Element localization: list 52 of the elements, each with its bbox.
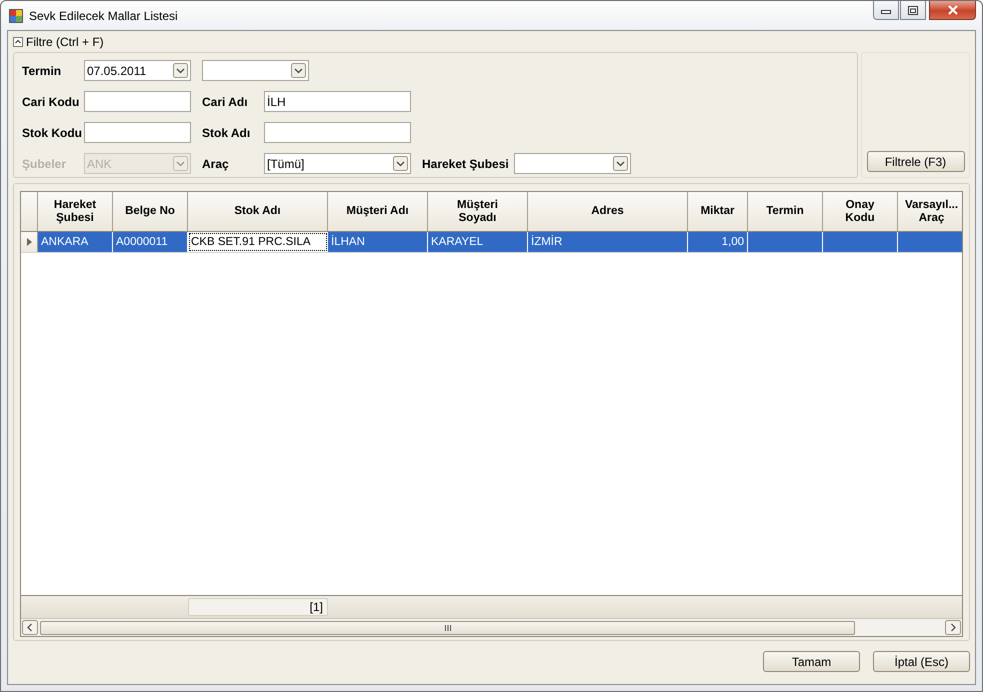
table-cell: 1,00 (688, 232, 748, 252)
collapse-icon[interactable] (13, 37, 23, 47)
app-icon (9, 8, 23, 22)
field-label: Araç (202, 156, 230, 170)
text-field[interactable] (264, 122, 411, 143)
scroll-thumb[interactable] (40, 620, 855, 634)
column-header[interactable]: Müşteri Soyadı (428, 192, 528, 231)
table-cell: İZMİR (528, 232, 688, 252)
dropdown-field[interactable]: 07.05.2011 (84, 60, 191, 81)
maximize-icon (908, 6, 918, 14)
text-field[interactable] (84, 91, 191, 112)
field-label: Hareket Şubesi (422, 156, 510, 170)
table-cell: CKB SET.91 PRC.SILA (188, 232, 328, 252)
column-header[interactable]: Belge No (113, 192, 188, 231)
scroll-right-icon[interactable] (945, 620, 961, 635)
column-header[interactable]: Varsayıl... Araç (898, 192, 962, 231)
text-field[interactable]: İLH (264, 91, 411, 112)
table-row[interactable]: ANKARA A0000011 CKB SET.91 PRC.SILA İLHAN KARAYEL İZMİR 1,00 (21, 232, 962, 253)
field-label: Cari Kodu (22, 94, 80, 108)
window-title: Sevk Edilecek Mallar Listesi (29, 8, 178, 22)
column-header[interactable]: Adres (528, 192, 688, 231)
column-header[interactable]: Müşteri Adı (328, 192, 428, 231)
header-corner (21, 192, 38, 231)
filter-header[interactable]: Filtre (Ctrl + F) (26, 35, 104, 49)
field-label: Cari Adı (202, 94, 249, 108)
field-label: Şubeler (22, 156, 68, 170)
table-cell: İLHAN (328, 232, 428, 252)
column-header[interactable]: Miktar (688, 192, 748, 231)
column-header[interactable]: Termin (748, 192, 823, 231)
row-header[interactable] (21, 232, 38, 252)
dropdown-field[interactable] (202, 60, 309, 81)
close-button[interactable] (929, 1, 976, 20)
table-cell: ANKARA (38, 232, 113, 252)
text-field[interactable] (84, 122, 191, 143)
horizontal-scrollbar[interactable] (21, 618, 962, 636)
field-label: Termin (22, 64, 62, 78)
dropdown-field[interactable] (514, 153, 631, 174)
minimize-button[interactable] (873, 1, 899, 20)
column-header[interactable]: Stok Adı (188, 192, 328, 231)
close-icon (946, 5, 958, 15)
filter-button[interactable]: Filtrele (F3) (866, 151, 964, 172)
column-header[interactable]: Onay Kodu (823, 192, 898, 231)
field-label: Stok Adı (202, 126, 252, 140)
column-header[interactable]: Hareket Şubesi (38, 192, 113, 231)
maximize-button[interactable] (900, 1, 926, 20)
scroll-left-icon[interactable] (22, 620, 38, 635)
dialog-button[interactable]: Tamam (763, 651, 860, 672)
table-cell: KARAYEL (428, 232, 528, 252)
field-label: Stok Kodu (22, 126, 83, 140)
summary-cell: [1] (188, 598, 328, 616)
dialog-button[interactable]: İptal (Esc) (873, 651, 970, 672)
dropdown-field[interactable]: [Tümü] (264, 153, 411, 174)
